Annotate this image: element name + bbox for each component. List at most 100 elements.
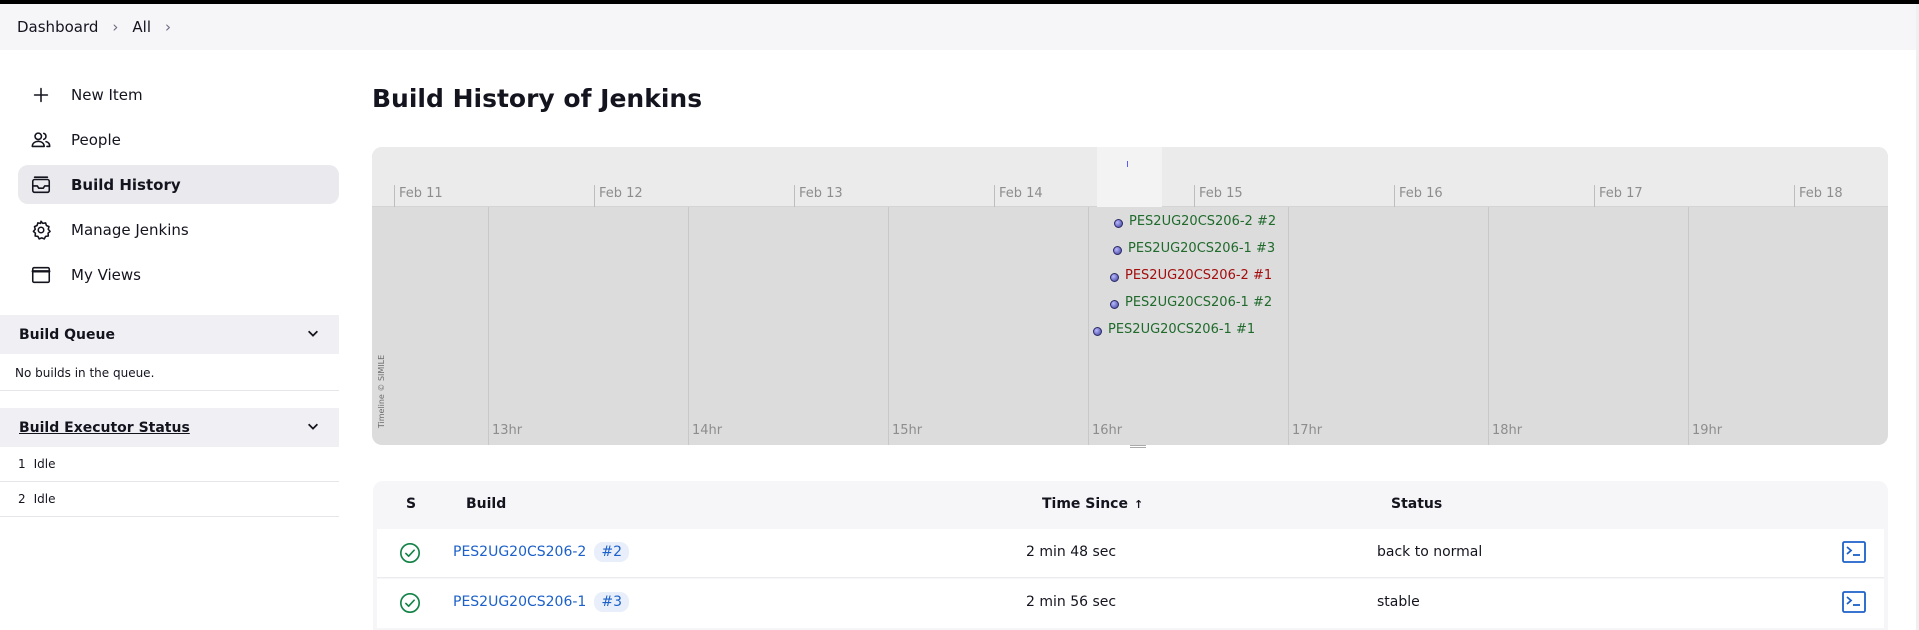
timeline-hour-line	[888, 207, 889, 445]
timeline-hour-label: 18hr	[1492, 423, 1523, 438]
column-header-label: Time Since	[1042, 496, 1128, 512]
column-header-build[interactable]: Build	[466, 496, 506, 512]
sidebar: New Item People Build History Manage Jen…	[18, 75, 339, 300]
executor-number: 2	[18, 492, 26, 506]
executor-pane: Build Executor Status 1 Idle 2 Idle	[0, 408, 339, 517]
timeline-day-label: Feb 18	[1794, 185, 1843, 207]
timeline-day-label: Feb 16	[1394, 185, 1443, 207]
timeline-resize-handle[interactable]	[1130, 445, 1146, 448]
chevron-right-icon[interactable]: ›	[165, 18, 171, 36]
executor-title-link[interactable]: Build Executor Status	[19, 420, 190, 436]
chevron-right-icon[interactable]: ›	[112, 18, 118, 36]
console-output-button[interactable]	[1842, 541, 1866, 563]
build-cell: PES2UG20CS206-1 #3	[453, 592, 629, 612]
timeline-day-label: Feb 12	[594, 185, 643, 207]
sidebar-item-build-history[interactable]: Build History	[18, 165, 339, 204]
timeline-hour-label: 17hr	[1292, 423, 1323, 438]
timeline-event-label: PES2UG20CS206-2 #2	[1129, 214, 1277, 229]
people-icon	[30, 129, 52, 151]
plus-icon	[30, 84, 52, 106]
timeline-highlight	[1097, 147, 1162, 207]
timeline-day-label: Feb 15	[1194, 185, 1243, 207]
table-row: PES2UG20CS206-2 #2 2 min 48 sec back to n…	[377, 529, 1884, 578]
time-since-cell: 2 min 48 sec	[1026, 544, 1117, 560]
timeline-hour-line	[1288, 207, 1289, 445]
time-since-cell: 2 min 56 sec	[1026, 594, 1117, 610]
table-row: PES2UG20CS206-1 #3 2 min 56 sec stable	[377, 579, 1884, 628]
timeline-marker	[1127, 161, 1128, 167]
breadcrumb: Dashboard › All ›	[0, 4, 1919, 50]
sidebar-item-new-item[interactable]: New Item	[18, 75, 339, 114]
timeline-day-band[interactable]: Feb 11 Feb 12 Feb 13 Feb 14 Feb 15 Feb 1…	[372, 147, 1888, 207]
window-icon	[30, 264, 52, 286]
sidebar-item-label: Manage Jenkins	[71, 220, 189, 239]
timeline-hour-label: 16hr	[1092, 423, 1123, 438]
timeline-event[interactable]: PES2UG20CS206-2 #2	[1114, 214, 1276, 229]
build-history-icon	[30, 174, 52, 196]
build-queue-title: Build Queue	[19, 326, 115, 343]
sidebar-item-my-views[interactable]: My Views	[18, 255, 339, 294]
timeline-hour-line	[1488, 207, 1489, 445]
timeline-event-label: PES2UG20CS206-1 #2	[1125, 295, 1273, 310]
sidebar-item-label: New Item	[71, 85, 143, 104]
timeline-credit: Timeline © SIMILE	[377, 354, 387, 429]
build-history-table: S Build Time Since ↑ Status PES2UG20CS206…	[373, 481, 1888, 630]
executor-number: 1	[18, 457, 26, 471]
build-number-link[interactable]: #3	[594, 592, 629, 612]
timeline-event-label: PES2UG20CS206-1 #1	[1108, 322, 1256, 337]
build-dot-icon	[1114, 218, 1123, 228]
breadcrumb-all[interactable]: All	[132, 18, 151, 36]
timeline-event-label: PES2UG20CS206-2 #1	[1125, 268, 1273, 283]
timeline-day-label: Feb 11	[394, 185, 443, 207]
column-header-time-since[interactable]: Time Since ↑	[1042, 496, 1143, 512]
page-title: Build History of Jenkins	[372, 84, 703, 113]
job-link[interactable]: PES2UG20CS206-2	[453, 544, 586, 560]
build-dot-icon	[1093, 326, 1102, 336]
terminal-icon	[1842, 591, 1866, 613]
success-check-icon	[399, 542, 421, 564]
build-queue-pane: Build Queue No builds in the queue.	[0, 315, 339, 391]
build-timeline[interactable]: Feb 11 Feb 12 Feb 13 Feb 14 Feb 15 Feb 1…	[372, 147, 1888, 445]
build-queue-empty: No builds in the queue.	[0, 354, 339, 391]
job-link[interactable]: PES2UG20CS206-1	[453, 594, 586, 610]
console-output-button[interactable]	[1842, 591, 1866, 613]
build-dot-icon	[1110, 299, 1119, 309]
executor-row: 1 Idle	[0, 447, 339, 482]
build-queue-header[interactable]: Build Queue	[0, 315, 339, 354]
table-header: S Build Time Since ↑ Status	[373, 481, 1888, 529]
timeline-hour-label: 14hr	[692, 423, 723, 438]
timeline-hour-label: 15hr	[892, 423, 923, 438]
timeline-hour-line	[488, 207, 489, 445]
sidebar-item-people[interactable]: People	[18, 120, 339, 159]
timeline-day-label: Feb 13	[794, 185, 843, 207]
column-header-status[interactable]: Status	[1391, 496, 1442, 512]
success-check-icon	[399, 592, 421, 614]
timeline-day-label: Feb 14	[994, 185, 1043, 207]
chevron-down-icon[interactable]	[306, 326, 320, 344]
timeline-event[interactable]: PES2UG20CS206-1 #1	[1093, 322, 1255, 337]
timeline-event-label: PES2UG20CS206-1 #3	[1128, 241, 1276, 256]
timeline-event[interactable]: PES2UG20CS206-2 #1	[1110, 268, 1272, 283]
executor-state: Idle	[33, 457, 56, 471]
sidebar-item-label: Build History	[71, 175, 181, 194]
timeline-event[interactable]: PES2UG20CS206-1 #2	[1110, 295, 1272, 310]
status-cell: stable	[1377, 594, 1420, 610]
breadcrumb-dashboard[interactable]: Dashboard	[17, 18, 98, 36]
status-cell: back to normal	[1377, 544, 1483, 560]
sidebar-item-manage-jenkins[interactable]: Manage Jenkins	[18, 210, 339, 249]
gear-icon	[30, 219, 52, 241]
chevron-down-icon[interactable]	[306, 419, 320, 437]
build-cell: PES2UG20CS206-2 #2	[453, 542, 629, 562]
executor-state: Idle	[33, 492, 56, 506]
timeline-hour-label: 19hr	[1692, 423, 1723, 438]
executor-header: Build Executor Status	[0, 408, 339, 447]
timeline-hour-label: 13hr	[492, 423, 523, 438]
timeline-hour-line	[1088, 207, 1089, 445]
build-number-link[interactable]: #2	[594, 542, 629, 562]
timeline-event[interactable]: PES2UG20CS206-1 #3	[1113, 241, 1275, 256]
terminal-icon	[1842, 541, 1866, 563]
timeline-hour-line	[688, 207, 689, 445]
column-header-status-icon[interactable]: S	[406, 496, 416, 512]
sidebar-item-label: People	[71, 130, 121, 149]
build-dot-icon	[1110, 272, 1119, 282]
